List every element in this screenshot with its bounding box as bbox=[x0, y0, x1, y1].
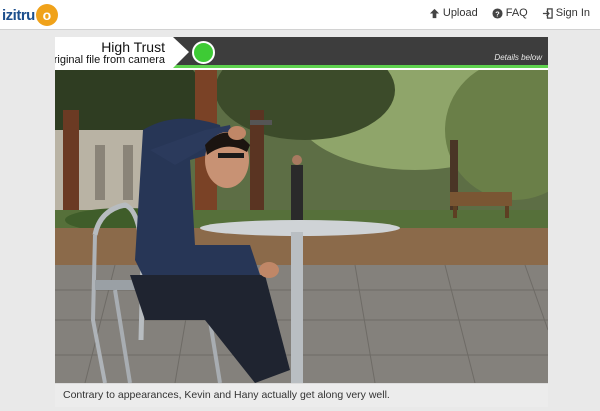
trust-subtitle: Original file from camera bbox=[45, 54, 165, 66]
result-header: High Trust Original file from camera Det… bbox=[55, 37, 548, 68]
faq-label: FAQ bbox=[505, 7, 528, 19]
sign-in-link[interactable]: Sign In bbox=[542, 7, 590, 19]
logo-text: izitru bbox=[2, 6, 35, 24]
sign-in-label: Sign In bbox=[555, 7, 590, 19]
main-nav: Upload ? FAQ Sign In bbox=[429, 7, 590, 19]
photo-caption: Contrary to appearances, Kevin and Hany … bbox=[55, 383, 548, 407]
upload-icon bbox=[429, 8, 439, 18]
izitru-logo[interactable]: izitru o bbox=[2, 3, 58, 27]
svg-text:?: ? bbox=[495, 9, 500, 18]
trust-label: High Trust Original file from camera bbox=[55, 37, 189, 68]
top-bar: izitru o Upload ? FAQ Sign In bbox=[0, 0, 600, 30]
uploaded-photo bbox=[55, 70, 548, 383]
verification-card: High Trust Original file from camera Det… bbox=[55, 37, 548, 407]
trust-title: High Trust bbox=[101, 39, 165, 55]
upload-link[interactable]: Upload bbox=[429, 7, 478, 19]
photo-scene bbox=[55, 70, 548, 383]
trust-status-icon bbox=[192, 41, 215, 64]
sign-in-icon bbox=[542, 7, 553, 19]
help-icon: ? bbox=[492, 7, 503, 19]
details-link[interactable]: Details below bbox=[494, 53, 542, 62]
logo-badge: o bbox=[35, 4, 58, 26]
faq-link[interactable]: ? FAQ bbox=[492, 7, 528, 19]
upload-label: Upload bbox=[442, 7, 478, 19]
